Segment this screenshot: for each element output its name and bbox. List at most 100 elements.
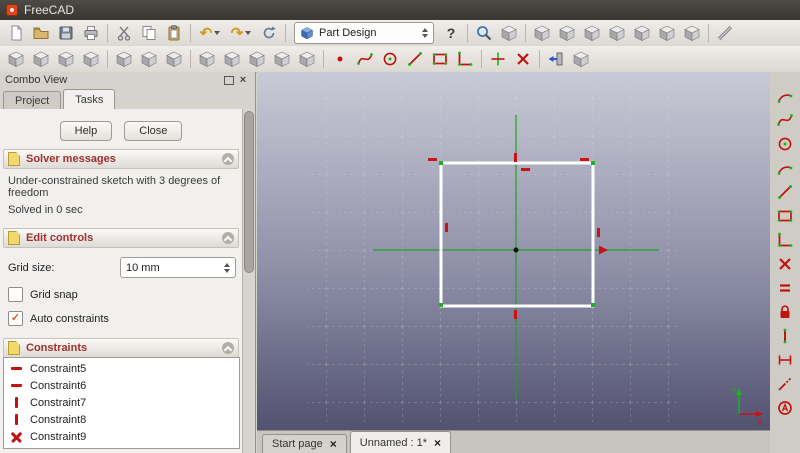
measure-distance-icon[interactable] (713, 22, 737, 44)
grid-size-spinner[interactable] (224, 262, 230, 273)
collapse-icon[interactable] (222, 342, 234, 354)
create-bspline-icon[interactable] (353, 48, 377, 70)
create-point-icon[interactable] (328, 48, 352, 70)
draft-icon[interactable] (162, 48, 186, 70)
create-arc-icon[interactable] (774, 158, 796, 178)
view-isometric-icon[interactable] (530, 22, 554, 44)
constraint-list-item[interactable]: Constraint5 (4, 360, 239, 377)
undo-icon[interactable]: ↶ (195, 22, 225, 44)
close-button[interactable]: Close (124, 121, 183, 141)
scaled-icon[interactable] (270, 48, 294, 70)
close-tab-icon[interactable]: × (434, 437, 441, 449)
create-rectangle-icon[interactable] (428, 48, 452, 70)
create-bspline-icon[interactable] (774, 110, 796, 130)
auto-constraints-checkbox[interactable]: ✓ (8, 311, 23, 326)
tab-tasks[interactable]: Tasks (63, 89, 116, 110)
workbench-spinner[interactable] (422, 28, 428, 38)
create-polyline-icon[interactable] (774, 230, 796, 250)
paste-icon[interactable] (162, 22, 186, 44)
constraints-header[interactable]: Constraints (3, 338, 239, 358)
tab-unnamed-document[interactable]: Unnamed : 1* × (349, 431, 452, 453)
linear-pattern-icon[interactable] (220, 48, 244, 70)
revolution-icon[interactable] (54, 48, 78, 70)
polar-pattern-icon[interactable] (245, 48, 269, 70)
fillet-icon[interactable] (112, 48, 136, 70)
3d-viewport[interactable]: Y X (257, 72, 770, 430)
auto-constraints-label: Auto constraints (30, 312, 109, 325)
panel-scrollbar[interactable] (242, 109, 255, 453)
undo-dropdown-caret-icon[interactable] (214, 31, 221, 35)
create-circle-icon[interactable] (378, 48, 402, 70)
print-icon[interactable] (79, 22, 103, 44)
toggle-construction-icon[interactable] (774, 398, 796, 418)
edit-controls-header[interactable]: Edit controls (3, 228, 239, 248)
chamfer-icon[interactable] (137, 48, 161, 70)
constraints-title: Constraints (26, 342, 88, 354)
map-sketch-icon[interactable] (569, 48, 593, 70)
create-polyline-icon[interactable] (453, 48, 477, 70)
create-circle-icon[interactable] (774, 134, 796, 154)
constraint-list-item[interactable]: Constraint7 (4, 394, 239, 411)
grid-snap-row[interactable]: Grid snap (8, 287, 242, 302)
constraint-list[interactable]: Constraint5 Constraint6 Constraint7 Cons… (3, 357, 240, 449)
refresh-icon[interactable] (257, 22, 281, 44)
draw-style-icon[interactable] (497, 22, 521, 44)
open-document-icon[interactable] (29, 22, 53, 44)
collapse-icon[interactable] (222, 232, 234, 244)
solver-messages-header[interactable]: Solver messages (3, 149, 239, 169)
new-document-icon[interactable] (4, 22, 28, 44)
constraint-list-item[interactable]: Constraint8 (4, 411, 239, 428)
constraint-list-item[interactable]: Constraint9 (4, 428, 239, 445)
solver-message: Under-constrained sketch with 3 degrees … (8, 175, 221, 199)
view-front-icon[interactable] (555, 22, 579, 44)
view-top-icon[interactable] (580, 22, 604, 44)
viewport-canvas[interactable]: Y X (257, 72, 770, 430)
help-button[interactable]: Help (59, 121, 113, 141)
view-bottom-icon[interactable] (655, 22, 679, 44)
multi-transform-icon[interactable] (295, 48, 319, 70)
constraint-list-item[interactable]: Constraint6 (4, 377, 239, 394)
window-titlebar[interactable]: FreeCAD (0, 0, 800, 20)
workbench-selector[interactable]: Part Design (294, 22, 434, 44)
trim-edge-icon[interactable] (774, 254, 796, 274)
view-right-icon[interactable] (605, 22, 629, 44)
save-document-icon[interactable] (54, 22, 78, 44)
view-sketch-icon[interactable] (486, 48, 510, 70)
collapse-icon[interactable] (222, 153, 234, 165)
close-tab-icon[interactable]: × (330, 438, 337, 450)
create-line-icon[interactable] (403, 48, 427, 70)
combo-view-panel: Combo View × Project Tasks Help Close So… (0, 72, 256, 453)
panel-scrollbar-thumb[interactable] (244, 111, 254, 273)
redo-dropdown-caret-icon[interactable] (245, 31, 252, 35)
pocket-icon[interactable] (29, 48, 53, 70)
combo-view-titlebar[interactable]: Combo View × (0, 72, 255, 88)
external-geometry-icon[interactable] (774, 374, 796, 394)
view-rear-icon[interactable] (630, 22, 654, 44)
whats-this-icon[interactable]: ? (439, 22, 463, 44)
cut-icon[interactable] (112, 22, 136, 44)
constrain-equal-icon[interactable] (774, 278, 796, 298)
constrain-vertical-icon[interactable] (774, 326, 796, 346)
close-panel-icon[interactable]: × (236, 74, 250, 86)
trim-edge-icon[interactable] (511, 48, 535, 70)
tab-start-page[interactable]: Start page × (262, 434, 347, 453)
pad-icon[interactable] (4, 48, 28, 70)
copy-icon[interactable] (137, 22, 161, 44)
constrain-lock-icon[interactable] (774, 302, 796, 322)
grid-snap-checkbox[interactable] (8, 287, 23, 302)
auto-constraints-row[interactable]: ✓ Auto constraints (8, 311, 242, 326)
mirrored-icon[interactable] (195, 48, 219, 70)
view-left-icon[interactable] (680, 22, 704, 44)
leave-sketch-icon[interactable] (544, 48, 568, 70)
tab-project[interactable]: Project (3, 91, 62, 109)
create-fillet-icon[interactable] (774, 86, 796, 106)
float-panel-icon[interactable] (222, 74, 236, 86)
fit-all-icon[interactable] (472, 22, 496, 44)
redo-icon[interactable]: ↷ (226, 22, 256, 44)
create-line-icon[interactable] (774, 182, 796, 202)
groove-icon[interactable] (79, 48, 103, 70)
constrain-distance-icon[interactable] (774, 350, 796, 370)
create-rectangle-icon[interactable] (774, 206, 796, 226)
origin-point[interactable] (513, 247, 519, 253)
grid-size-select[interactable]: 10 mm (120, 257, 236, 278)
